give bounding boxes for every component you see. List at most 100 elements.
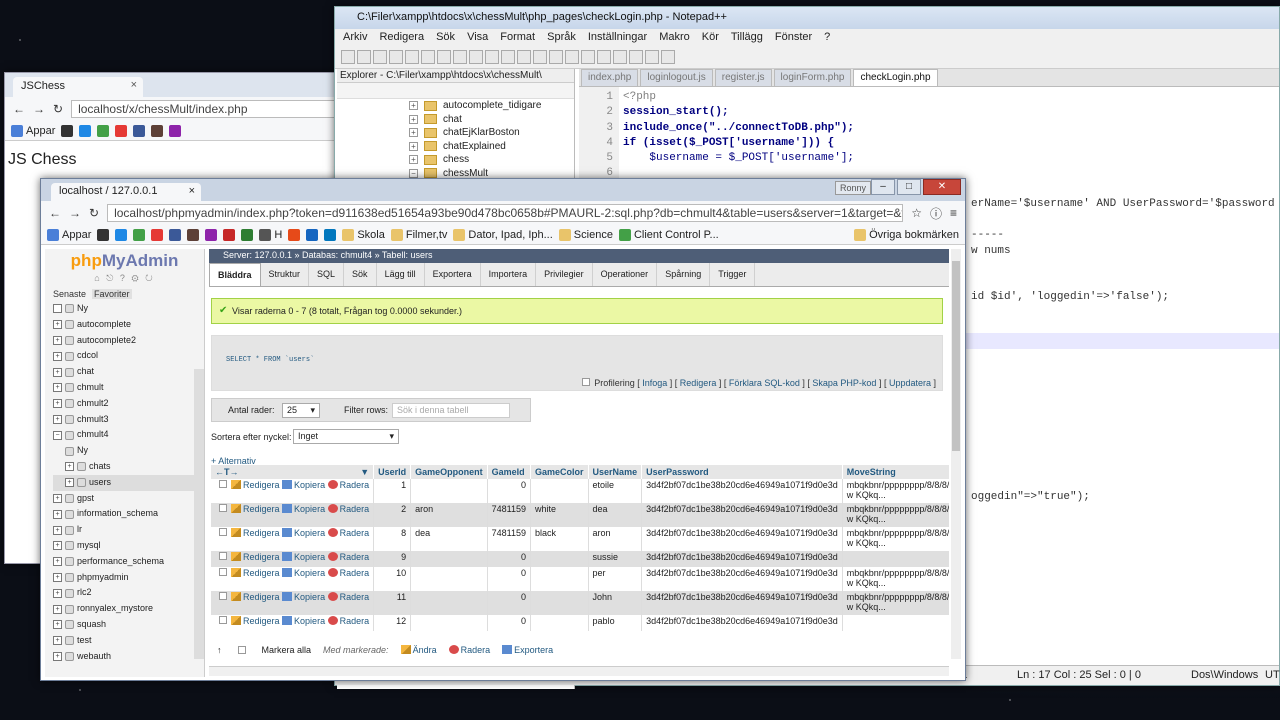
bookmark-icon[interactable]	[151, 228, 164, 241]
cell-gamecolor[interactable]	[530, 551, 589, 567]
cell-gamecolor[interactable]	[530, 479, 589, 503]
editor-tab[interactable]: loginForm.php	[773, 69, 852, 86]
docs-icon[interactable]: ?	[120, 273, 127, 283]
sidebar-scrollbar[interactable]	[194, 369, 204, 659]
bookmark-icon[interactable]	[97, 124, 110, 137]
expand-icon[interactable]: +	[409, 114, 418, 124]
open-file-icon[interactable]	[357, 50, 371, 64]
cell-username[interactable]: sussie	[588, 551, 643, 567]
forward-icon[interactable]: →	[33, 102, 45, 116]
copy-row-button[interactable]: Kopiera	[282, 504, 325, 514]
cell-userpassword[interactable]: 3d4f2bf07dc1be38b20cd6e46949a1071f9d0e3d	[641, 479, 843, 503]
filter-input[interactable]: Sök i denna tabell	[392, 403, 510, 418]
delete-row-button[interactable]: Radera	[327, 528, 369, 538]
tab-triggers[interactable]: Trigger	[710, 263, 756, 286]
bookmark-icon[interactable]	[133, 124, 146, 137]
db-item[interactable]: + squash	[53, 617, 204, 633]
db-item[interactable]: + performance_schema	[53, 554, 204, 570]
expand-icon[interactable]: +	[53, 651, 62, 661]
cell-username[interactable]: aron	[588, 527, 643, 551]
bookmark-folder-filmer[interactable]: Filmer,tv	[390, 228, 447, 241]
link-explain[interactable]: Förklara SQL-kod	[729, 378, 800, 388]
close-icon[interactable]: ×	[131, 79, 137, 91]
bookmark-client-control[interactable]: Client Control P...	[618, 228, 719, 241]
bookmark-icon[interactable]	[205, 228, 218, 241]
col-userid[interactable]: UserId	[373, 465, 412, 479]
bookmark-icon[interactable]	[79, 124, 92, 137]
cell-username[interactable]: dea	[588, 503, 643, 527]
tab-phpmyadmin[interactable]: localhost / 127.0.0.1 ×	[51, 183, 201, 201]
col-gameid[interactable]: GameId	[487, 465, 532, 479]
cell-gameid[interactable]: 7481159	[487, 503, 532, 527]
cell-gameid[interactable]: 0	[487, 591, 532, 615]
url-field[interactable]: localhost/x/chessMult/index.php	[71, 100, 335, 118]
cell-gameid[interactable]: 0	[487, 567, 532, 591]
db-item-new[interactable]: Ny	[53, 301, 204, 317]
close-window-icon[interactable]: ✕	[923, 179, 961, 195]
expand-icon[interactable]: +	[53, 525, 62, 535]
cell-gamecolor[interactable]: black	[530, 527, 589, 551]
edit-row-button[interactable]: Redigera	[231, 504, 280, 514]
db-item[interactable]: + gpst	[53, 491, 204, 507]
cell-movestring[interactable]: mbqkbnr/pppppppp/8/8/8/8/P w KQkq...	[842, 527, 949, 551]
table-item[interactable]: + chats	[53, 459, 204, 475]
sort-down-icon[interactable]: ▼	[360, 467, 369, 477]
menu-item[interactable]: Sök	[436, 31, 455, 45]
expand-icon[interactable]: +	[53, 383, 62, 393]
menu-item[interactable]: Kör	[702, 31, 719, 45]
cell-gameopponent[interactable]	[410, 591, 488, 615]
expand-icon[interactable]: +	[53, 557, 62, 567]
bookmark-other[interactable]: Övriga bokmärken	[854, 228, 959, 241]
tab-operations[interactable]: Operationer	[593, 263, 658, 286]
cell-gameopponent[interactable]	[410, 567, 488, 591]
menu-item[interactable]: Makro	[659, 31, 690, 45]
check-all-label[interactable]: Markera alla	[262, 645, 312, 655]
forward-icon[interactable]: →	[69, 206, 81, 220]
horizontal-scrollbar[interactable]	[209, 666, 949, 676]
zoom-in-icon[interactable]	[549, 50, 563, 64]
cell-userpassword[interactable]: 3d4f2bf07dc1be38b20cd6e46949a1071f9d0e3d	[641, 567, 843, 591]
edit-row-button[interactable]: Redigera	[231, 528, 280, 538]
delete-row-button[interactable]: Radera	[327, 592, 369, 602]
tree-item[interactable]: + chess	[409, 153, 574, 167]
cell-movestring[interactable]: mbqkbnr/pppppppp/8/8/8/8/P w KQkq...	[842, 591, 949, 615]
play-macro-icon[interactable]	[645, 50, 659, 64]
cell-userpassword[interactable]: 3d4f2bf07dc1be38b20cd6e46949a1071f9d0e3d	[641, 527, 843, 551]
db-item[interactable]: + ronnyalex_mystore	[53, 601, 204, 617]
url-field[interactable]: localhost/phpmyadmin/index.php?token=d91…	[107, 204, 904, 222]
edit-row-button[interactable]: Redigera	[231, 552, 280, 562]
db-item[interactable]: + chmult2	[53, 396, 204, 412]
bookmark-icon[interactable]	[169, 124, 182, 137]
col-gameopponent[interactable]: GameOpponent	[410, 465, 488, 479]
tree-item[interactable]: + autocomplete_tidigare	[409, 99, 574, 113]
tree-item[interactable]: + chatExplained	[409, 140, 574, 154]
cell-username[interactable]: John	[588, 591, 643, 615]
cell-movestring[interactable]: mbqkbnr/pppppppp/8/8/8/8/P w KQkq...	[842, 567, 949, 591]
profiling-checkbox[interactable]	[582, 378, 591, 386]
bookmark-icon[interactable]	[241, 228, 254, 241]
tab-jschess[interactable]: JSChess ×	[13, 77, 143, 97]
replace-icon[interactable]	[533, 50, 547, 64]
close-icon[interactable]: ×	[189, 185, 195, 197]
db-item[interactable]: + cdcol	[53, 348, 204, 364]
menu-item[interactable]: ?	[824, 31, 830, 45]
tab-structure[interactable]: Struktur	[261, 263, 310, 286]
table-item-selected[interactable]: + users	[53, 474, 204, 491]
cell-userpassword[interactable]: 3d4f2bf07dc1be38b20cd6e46949a1071f9d0e3d	[641, 503, 843, 527]
expand-icon[interactable]: +	[409, 141, 418, 151]
bookmark-icon[interactable]	[306, 228, 319, 241]
paste-icon[interactable]	[469, 50, 483, 64]
cell-userid[interactable]: 8	[373, 527, 412, 551]
bookmark-icon[interactable]	[223, 228, 236, 241]
extension-icon[interactable]: ⓘ	[930, 205, 942, 222]
row-checkbox[interactable]	[219, 504, 227, 512]
menu-item[interactable]: Inställningar	[588, 31, 647, 45]
col-gamecolor[interactable]: GameColor	[530, 465, 589, 479]
home-icon[interactable]: ⌂	[94, 273, 101, 283]
cell-userid[interactable]: 11	[373, 591, 412, 615]
expand-icon[interactable]: +	[53, 399, 62, 409]
expand-icon[interactable]: +	[53, 509, 62, 519]
col-movestring[interactable]: MoveString	[842, 465, 949, 479]
check-all-checkbox[interactable]	[237, 646, 246, 654]
edit-row-button[interactable]: Redigera	[231, 480, 280, 490]
